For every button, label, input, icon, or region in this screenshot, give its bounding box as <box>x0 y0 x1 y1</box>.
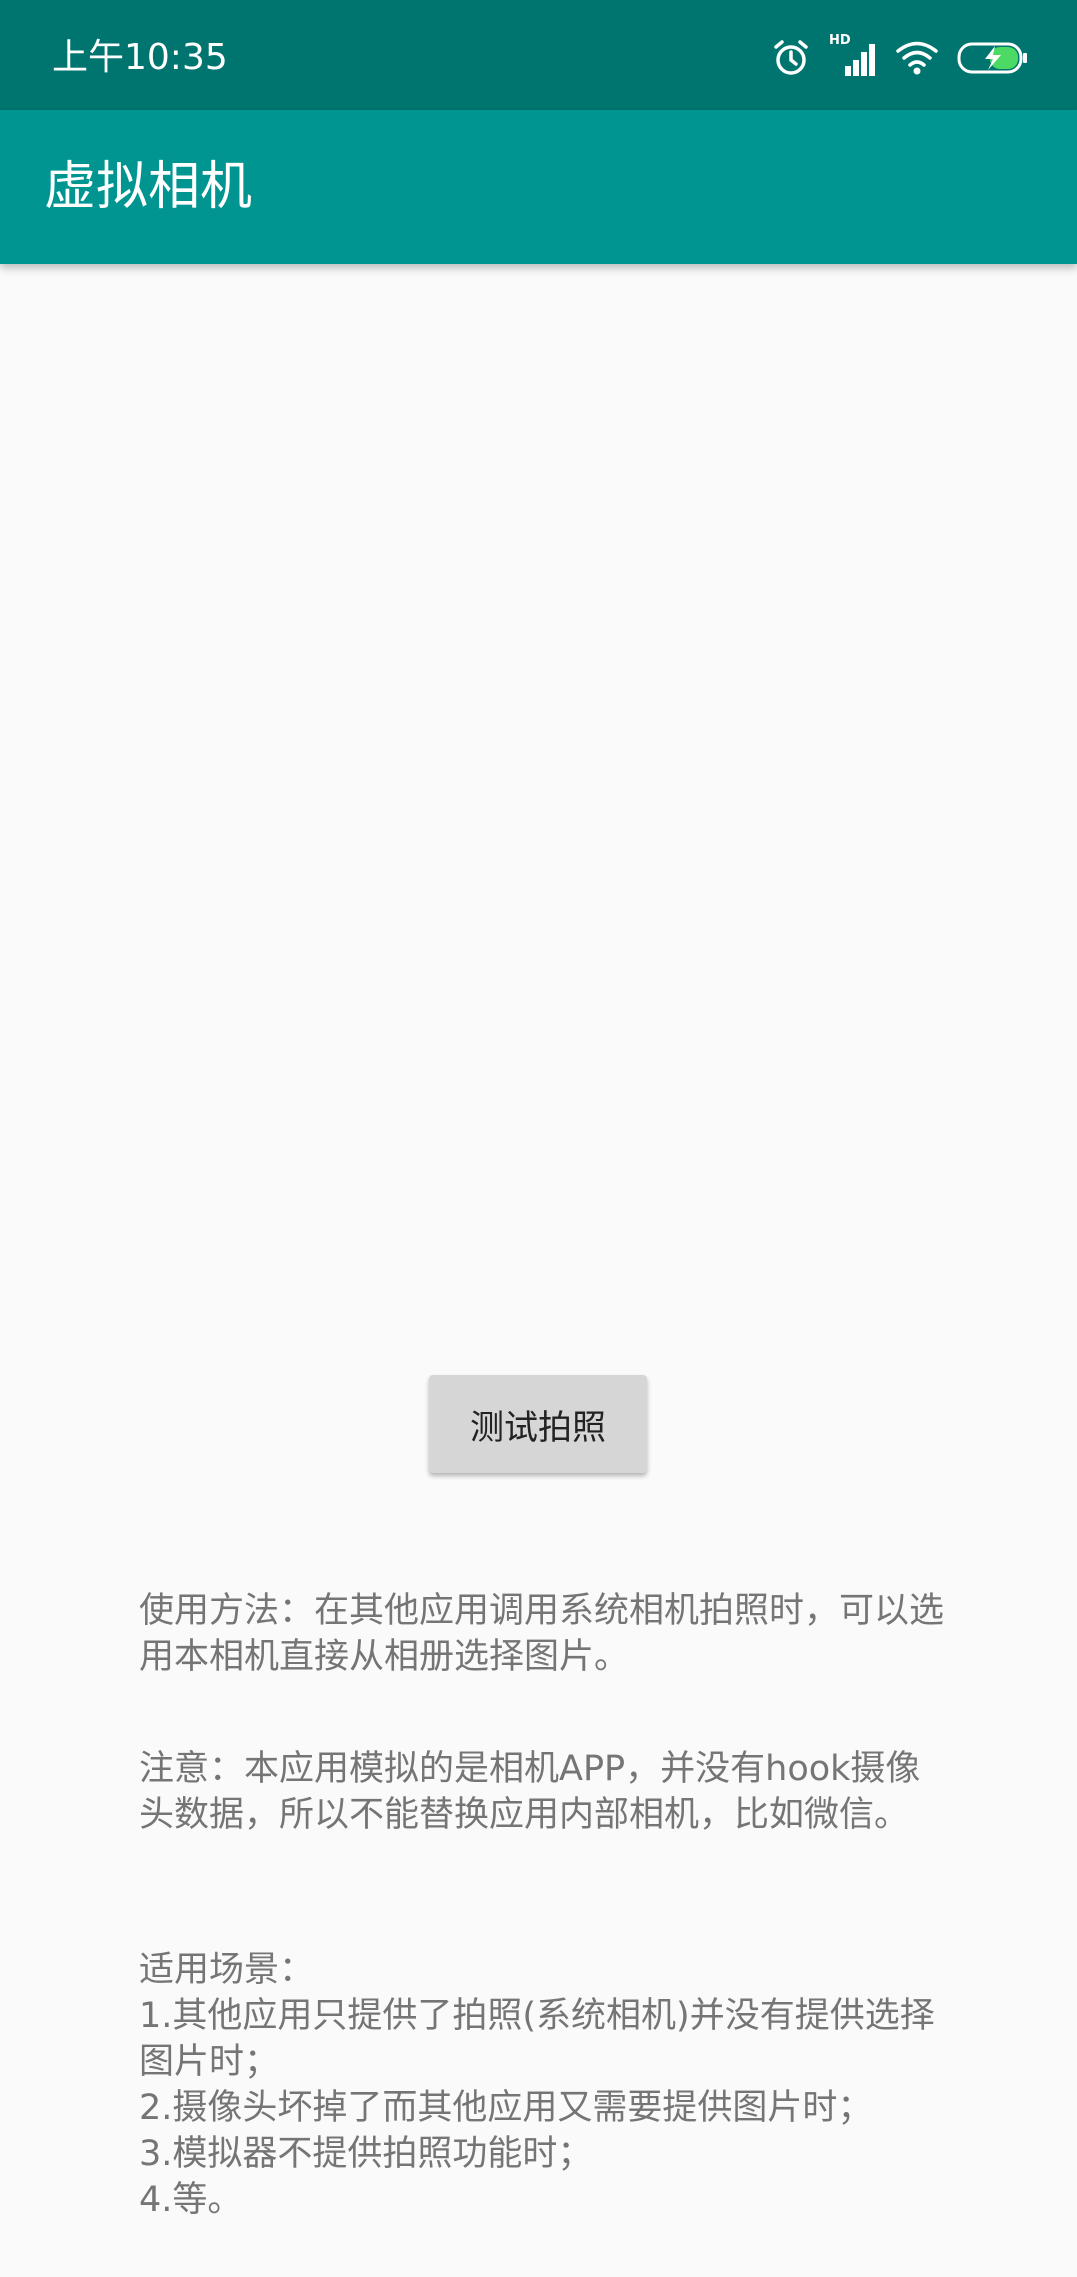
scenes-list: 适用场景： 1.其他应用只提供了拍照(系统相机)并没有提供选择图片时； 2.摄像… <box>139 1947 949 2223</box>
scene-item: 3.模拟器不提供拍照功能时； <box>139 2134 593 2174</box>
status-bar: 上午10:35 HD <box>0 0 1077 110</box>
app-title: 虚拟相机 <box>44 157 253 217</box>
hd-signal-icon: HD <box>829 34 877 80</box>
usage-instructions: 使用方法：在其他应用调用系统相机拍照时，可以选用本相机直接从相册选择图片。 <box>139 1591 945 1677</box>
note-text: 注意：本应用模拟的是相机APP，并没有hook摄像头数据，所以不能替换应用内部相… <box>139 1749 921 1835</box>
test-photo-button[interactable]: 测试拍照 <box>429 1375 647 1473</box>
app-bar: 虚拟相机 <box>0 110 1077 264</box>
battery-charging-icon <box>957 41 1029 75</box>
wifi-icon <box>895 40 939 76</box>
alarm-icon <box>771 38 811 78</box>
status-icons: HD <box>771 32 1029 84</box>
scene-item: 4.等。 <box>139 2180 243 2220</box>
status-time: 上午10:35 <box>52 37 228 78</box>
scene-item: 2.摄像头坏掉了而其他应用又需要提供图片时； <box>139 2088 873 2128</box>
scene-item: 1.其他应用只提供了拍照(系统相机)并没有提供选择图片时； <box>139 1996 935 2082</box>
scenes-heading: 适用场景： <box>139 1950 315 1990</box>
